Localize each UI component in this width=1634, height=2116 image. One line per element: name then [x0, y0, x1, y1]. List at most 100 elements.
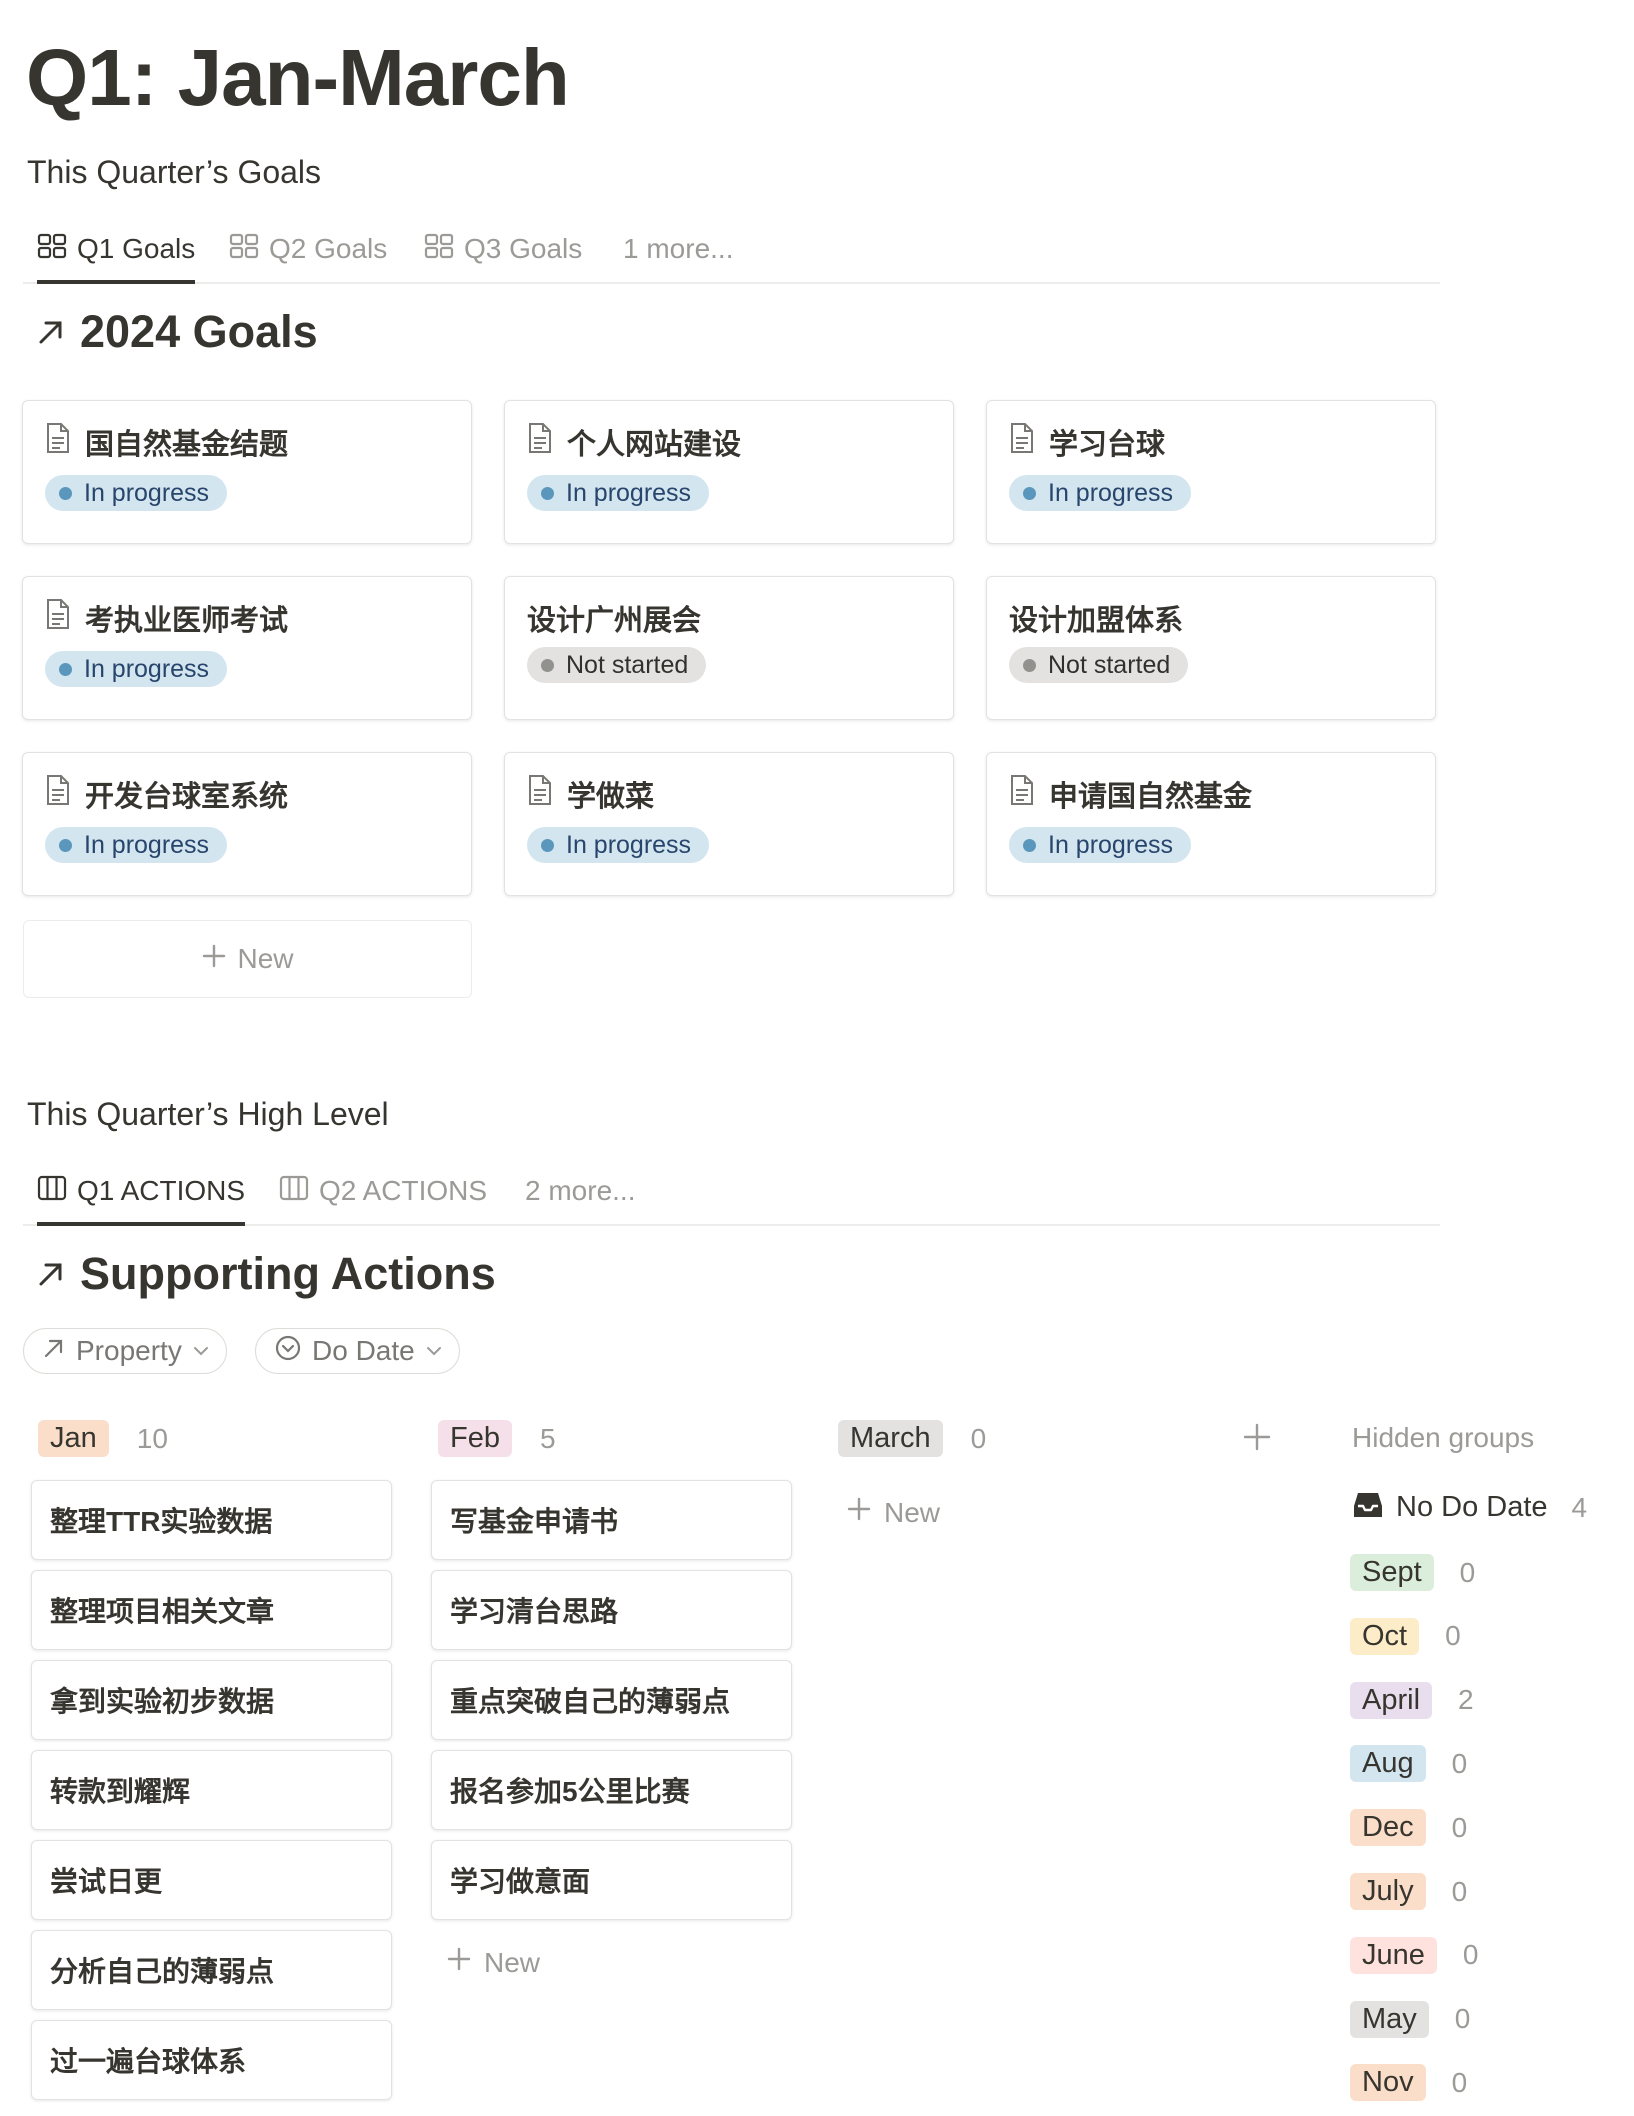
goal-card-title: 学习台球 — [1009, 421, 1165, 463]
goal-card[interactable]: 学做菜 In progress — [504, 752, 954, 896]
goal-card-title: 开发台球室系统 — [45, 773, 288, 815]
new-goal-button[interactable]: New — [23, 920, 472, 998]
new-card-button[interactable]: New — [446, 1946, 540, 1979]
tab-q2-goals[interactable]: Q2 Goals — [229, 216, 387, 282]
plus-icon — [846, 1496, 872, 1529]
board-card-title: 拿到实验初步数据 — [50, 1686, 275, 1717]
status-dot — [1023, 486, 1036, 500]
board-group-header[interactable]: Jan 10 — [38, 1420, 168, 1457]
board-group-header[interactable]: March 0 — [838, 1420, 986, 1457]
board-card-title: 学习做意面 — [450, 1866, 591, 1897]
status-badge: In progress — [45, 827, 228, 863]
tab-more-actions[interactable]: 2 more... — [525, 1158, 635, 1224]
board-card[interactable]: 学习清台思路 — [431, 1570, 792, 1650]
board-card-title: 报名参加5公里比赛 — [450, 1776, 690, 1807]
goal-card[interactable]: 考执业医师考试 In progress — [22, 576, 472, 720]
goal-title-text: 设计广州展会 — [527, 605, 702, 637]
tab-more-goals[interactable]: 1 more... — [623, 216, 733, 282]
board-card[interactable]: 学习做意面 — [431, 1840, 792, 1920]
group-count: 10 — [136, 1422, 168, 1454]
board-group-header[interactable]: Feb 5 — [438, 1420, 556, 1457]
goal-card[interactable]: 设计加盟体系 Not started — [986, 576, 1436, 720]
page-icon — [1009, 422, 1035, 462]
hidden-group-item[interactable]: July 0 — [1350, 1873, 1467, 1910]
board-card[interactable]: 分析自己的薄弱点 — [31, 1930, 392, 2010]
group-count: 0 — [970, 1422, 987, 1454]
board-card-title: 重点突破自己的薄弱点 — [450, 1686, 731, 1717]
goal-card-title: 国自然基金结题 — [45, 421, 288, 463]
group-tag: Jan — [38, 1420, 109, 1457]
goals-view-tabs: Q1 Goals Q2 Goals Q3 Goals 1 more... — [23, 216, 1440, 284]
group-tag: April — [1350, 1681, 1433, 1719]
goal-card[interactable]: 设计广州展会 Not started — [504, 576, 954, 720]
goal-title-text: 考执业医师考试 — [85, 605, 289, 637]
board-card[interactable]: 尝试日更 — [31, 1840, 392, 1920]
status-badge: In progress — [527, 475, 710, 511]
goal-card[interactable]: 学习台球 In progress — [986, 400, 1436, 544]
board-card-title: 学习清台思路 — [450, 1596, 619, 1627]
gallery-icon — [37, 233, 67, 266]
status-text: In progress — [566, 830, 692, 859]
add-group-button[interactable] — [1242, 1422, 1272, 1457]
tab-label: 1 more... — [623, 233, 734, 264]
arrow-up-right-icon — [36, 1248, 66, 1300]
do-date-filter[interactable]: Do Date — [255, 1328, 460, 1374]
tab-label: Q3 Goals — [464, 233, 583, 264]
new-label: New — [484, 1946, 541, 1978]
goal-card[interactable]: 国自然基金结题 In progress — [22, 400, 472, 544]
status-badge: In progress — [527, 827, 710, 863]
goal-card[interactable]: 申请国自然基金 In progress — [986, 752, 1436, 896]
new-card-button[interactable]: New — [846, 1496, 940, 1529]
board-card[interactable]: 写基金申请书 — [431, 1480, 792, 1560]
goal-card-title: 设计加盟体系 — [1009, 597, 1183, 639]
hidden-group-item[interactable]: Oct 0 — [1350, 1617, 1461, 1655]
tab-q1-goals[interactable]: Q1 Goals — [37, 216, 196, 284]
group-count: 4 — [1571, 1491, 1588, 1523]
status-badge: In progress — [1009, 827, 1192, 863]
goal-card[interactable]: 开发台球室系统 In progress — [22, 752, 472, 896]
board-card[interactable]: 转款到耀辉 — [31, 1750, 392, 1830]
tab-q1-actions[interactable]: Q1 ACTIONS — [37, 1158, 246, 1226]
page-icon — [45, 774, 71, 814]
board-card[interactable]: 整理项目相关文章 — [31, 1570, 392, 1650]
status-badge: Not started — [1009, 647, 1189, 683]
status-text: In progress — [566, 478, 692, 507]
property-filter[interactable]: Property — [23, 1328, 227, 1374]
board-card[interactable]: 过一遍台球体系 — [31, 2020, 392, 2100]
hidden-group-item[interactable]: April 2 — [1350, 1681, 1474, 1719]
goal-card[interactable]: 个人网站建设 In progress — [504, 400, 954, 544]
status-dot — [541, 838, 554, 852]
board-card-title: 转款到耀辉 — [50, 1776, 191, 1807]
goal-card-title: 设计广州展会 — [527, 597, 701, 639]
tab-q2-actions[interactable]: Q2 ACTIONS — [279, 1158, 487, 1224]
board-card[interactable]: 重点突破自己的薄弱点 — [431, 1660, 792, 1740]
board-icon — [279, 1175, 309, 1208]
hidden-group-item[interactable]: Dec 0 — [1350, 1809, 1467, 1847]
board-card[interactable]: 整理TTR实验数据 — [31, 1480, 392, 1560]
hidden-group-item[interactable]: Sept 0 — [1350, 1554, 1475, 1591]
board-card[interactable]: 拿到实验初步数据 — [31, 1660, 392, 1740]
board-card[interactable]: 报名参加5公里比赛 — [431, 1750, 792, 1830]
group-tag: Feb — [438, 1420, 512, 1457]
status-text: In progress — [84, 654, 210, 683]
hidden-group-item[interactable]: Aug 0 — [1350, 1745, 1467, 1783]
db-title-text: Supporting Actions — [80, 1248, 496, 1299]
status-text: In progress — [84, 830, 210, 859]
no-do-date-group[interactable]: No Do Date 4 — [1352, 1490, 1587, 1525]
hidden-group-item[interactable]: June 0 — [1350, 1936, 1478, 1974]
hidden-group-item[interactable]: Nov 0 — [1350, 2064, 1467, 2102]
group-tag: March — [838, 1420, 943, 1457]
page-icon — [527, 422, 553, 462]
hidden-group-item[interactable]: May 0 — [1350, 2000, 1470, 2038]
tab-q3-goals[interactable]: Q3 Goals — [424, 216, 582, 282]
page-icon — [45, 422, 71, 462]
status-dot — [59, 662, 72, 676]
status-dot — [541, 486, 554, 500]
goals-section-heading: This Quarter’s Goals — [27, 154, 322, 190]
tab-label: Q2 ACTIONS — [319, 1175, 488, 1206]
plus-icon — [1242, 1423, 1272, 1456]
actions-db-title[interactable]: Supporting Actions — [36, 1248, 496, 1300]
page-icon — [1009, 774, 1035, 814]
group-tag: Oct — [1350, 1617, 1420, 1655]
goals-db-title[interactable]: 2024 Goals — [36, 306, 318, 358]
